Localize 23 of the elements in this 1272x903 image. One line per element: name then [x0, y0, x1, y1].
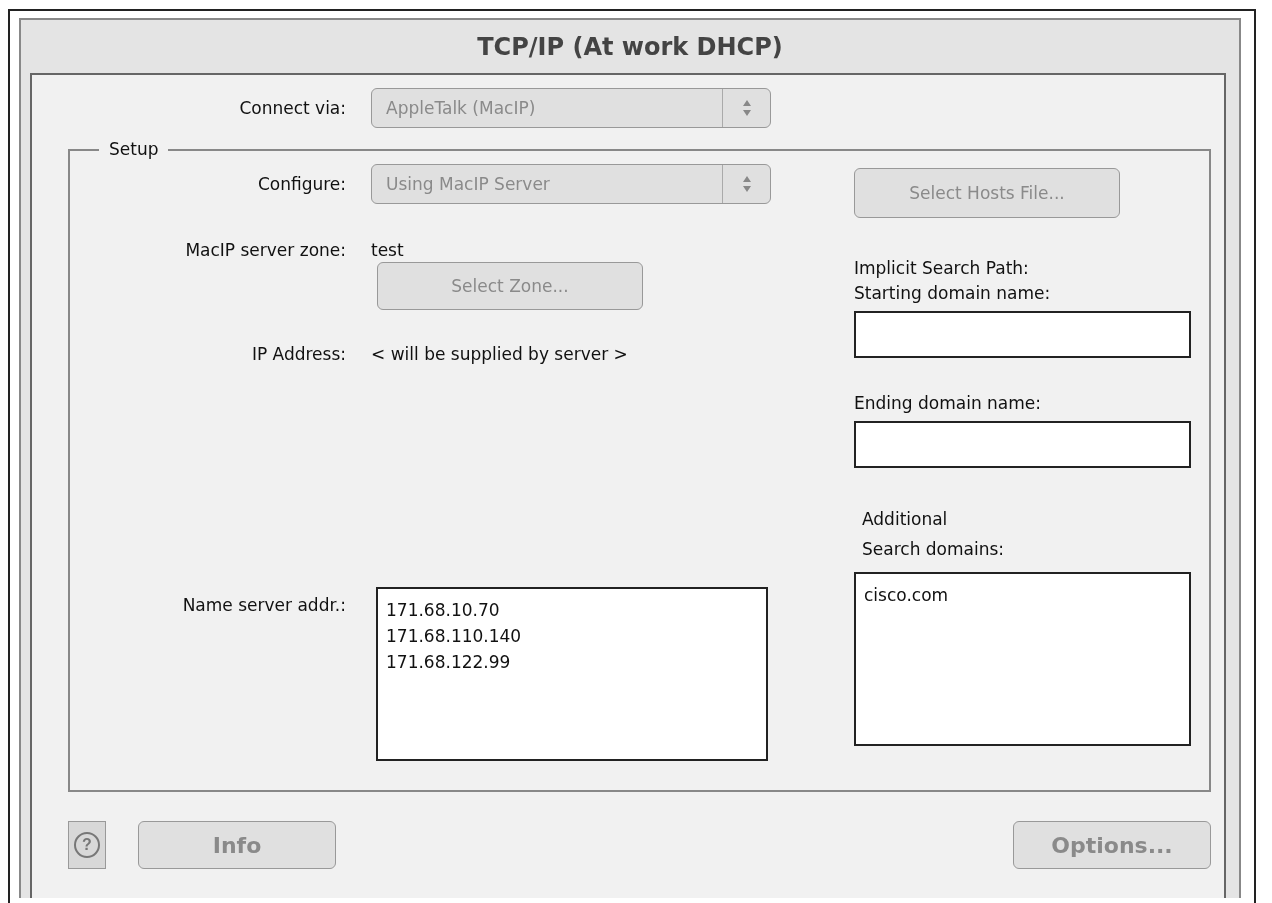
search-domains-list[interactable]: cisco.com: [854, 572, 1191, 746]
field-label: IP Address:: [250, 343, 346, 366]
list-line: cisco.com: [864, 584, 949, 607]
zone-value: test: [371, 239, 405, 262]
list-line: 171.68.122.99: [386, 651, 511, 674]
field-label: Starting domain name:: [854, 282, 1051, 305]
group-title: Setup: [108, 138, 160, 161]
ending-domain-field[interactable]: [854, 421, 1191, 468]
name-server-list[interactable]: 171.68.10.70 171.68.110.140 171.68.122.99: [376, 587, 768, 761]
field-label: Ending domain name:: [854, 392, 1041, 415]
window-title: TCP/IP (At work DHCP): [477, 32, 783, 61]
stepper-icon: [741, 99, 752, 117]
section-label: Implicit Search Path:: [854, 257, 1029, 280]
field-label: Configure:: [256, 174, 346, 194]
ip-address-value: < will be supplied by server >: [371, 343, 629, 366]
field-label: Additional Search domains:: [861, 508, 1005, 561]
field-label: Connect via:: [238, 98, 346, 118]
starting-domain-field[interactable]: [854, 311, 1191, 358]
stepper-icon: [741, 175, 752, 193]
list-line: 171.68.110.140: [386, 625, 522, 648]
list-line: 171.68.10.70: [386, 599, 500, 622]
field-label: MacIP server zone:: [184, 239, 346, 262]
field-label: Name server addr.:: [181, 595, 346, 615]
